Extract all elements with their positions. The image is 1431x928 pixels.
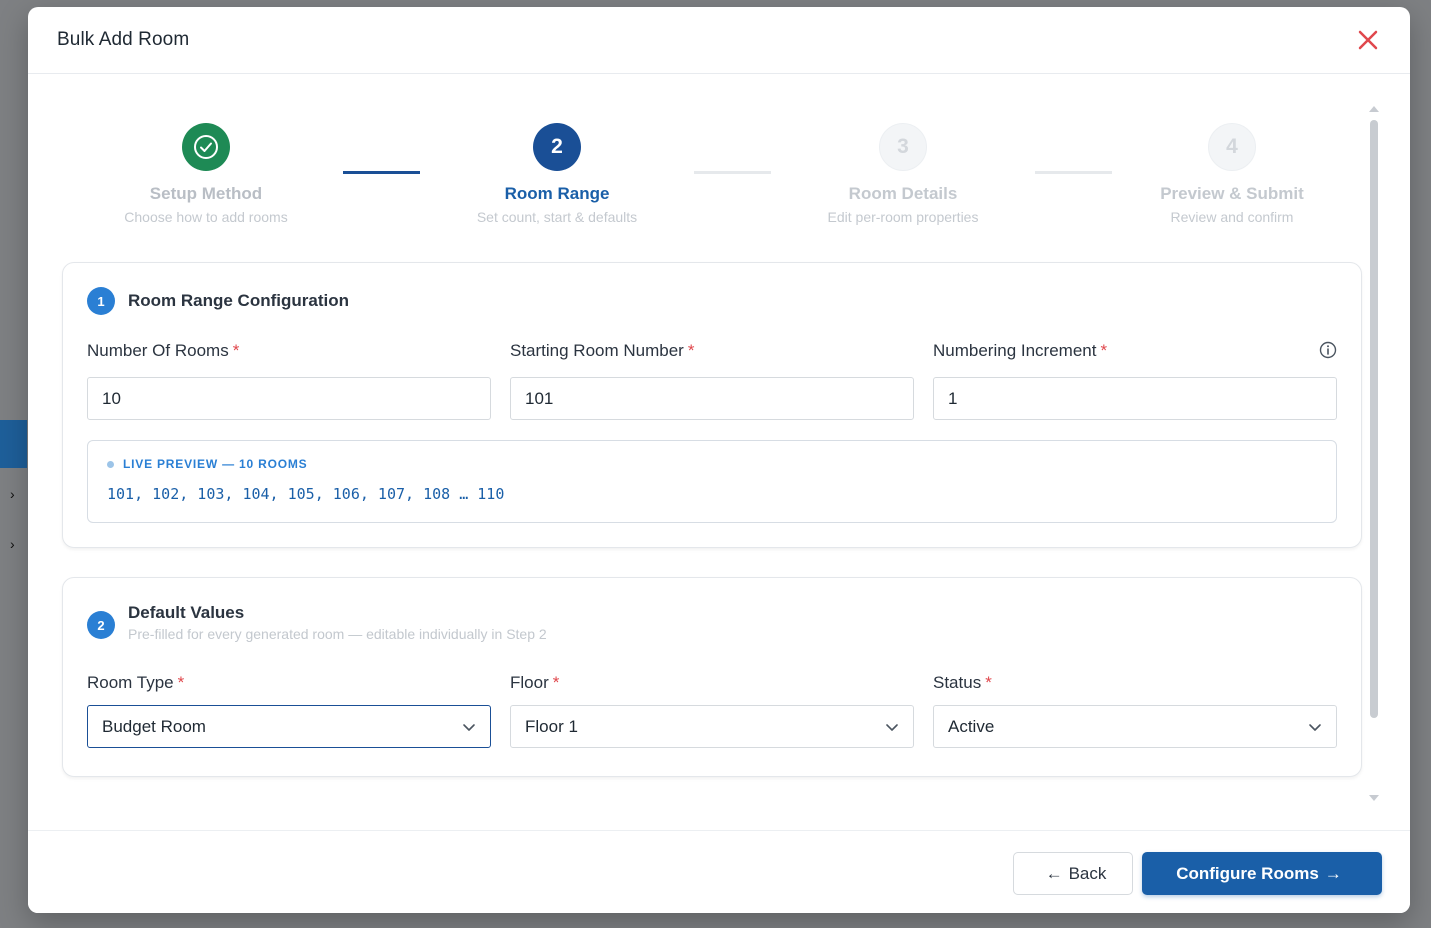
background-sidebar-active-item	[0, 420, 27, 468]
card-header: 1 Room Range Configuration	[87, 287, 349, 315]
numbering-increment-input[interactable]: 1	[933, 377, 1337, 420]
live-preview-label: LIVE PREVIEW — 10 ROOMS	[123, 457, 308, 471]
back-button-label: Back	[1068, 863, 1107, 883]
step-label: Setup Method	[149, 184, 263, 203]
close-icon	[1358, 30, 1378, 50]
live-preview-box: LIVE PREVIEW — 10 ROOMS 101, 102, 103, 1…	[87, 440, 1337, 523]
scroll-down-arrow-icon[interactable]	[1369, 795, 1379, 801]
step-number-circle: 3	[879, 123, 927, 171]
numbering-increment-field: Numbering Increment * 1	[933, 341, 1337, 420]
step-sublabel: Choose how to add rooms	[124, 209, 288, 225]
default-values-card: 2 Default Values Pre-filled for every ge…	[62, 577, 1362, 777]
select-value: Budget Room	[102, 716, 206, 736]
configure-rooms-button[interactable]: Configure Rooms →	[1142, 852, 1382, 895]
starting-room-number-field: Starting Room Number * 101	[510, 341, 914, 420]
starting-room-number-input[interactable]: 101	[510, 377, 914, 420]
step-preview-submit[interactable]: 4 Preview & Submit Review and confirm	[1122, 123, 1342, 225]
live-preview-values: 101, 102, 103, 104, 105, 106, 107, 108 ……	[107, 485, 505, 503]
bulk-add-room-modal: Bulk Add Room Setup Method Choose how to…	[28, 7, 1410, 913]
field-label: Room Type	[87, 673, 174, 692]
number-of-rooms-input[interactable]: 10	[87, 377, 491, 420]
required-marker: *	[985, 673, 992, 692]
live-dot-icon	[107, 460, 114, 468]
status-select[interactable]: Active	[933, 705, 1337, 748]
chevron-right-icon: ›	[10, 536, 15, 552]
step-connector	[343, 171, 420, 174]
required-marker: *	[177, 673, 185, 692]
step-label: Room Range	[504, 184, 610, 203]
card-title: Room Range Configuration	[128, 291, 349, 310]
number-of-rooms-field: Number Of Rooms * 10	[87, 341, 491, 420]
field-label: Number Of Rooms	[87, 341, 229, 360]
modal-scrollbar[interactable]	[1366, 106, 1382, 801]
modal-title: Bulk Add Room	[57, 29, 190, 50]
select-value: Floor 1	[525, 716, 578, 736]
step-room-range[interactable]: 2 Room Range Set count, start & defaults	[447, 123, 667, 225]
step-connector	[1035, 171, 1112, 174]
modal-body: Setup Method Choose how to add rooms 2 R…	[28, 74, 1410, 830]
arrow-left-icon: ←	[1045, 863, 1063, 883]
status-field: Status * Active	[933, 673, 1337, 748]
chevron-down-icon	[463, 723, 475, 731]
step-number-circle: 2	[533, 123, 581, 171]
card-header: 2 Default Values Pre-filled for every ge…	[87, 602, 547, 642]
chevron-down-icon	[1309, 723, 1321, 731]
stepper: Setup Method Choose how to add rooms 2 R…	[28, 123, 1358, 233]
modal-footer: ← Back Configure Rooms →	[28, 830, 1410, 913]
required-marker: *	[687, 341, 695, 360]
required-marker: *	[1100, 341, 1108, 360]
field-label: Starting Room Number	[510, 341, 684, 360]
close-button[interactable]	[1356, 28, 1380, 52]
step-complete-circle	[182, 123, 230, 171]
step-connector	[694, 171, 771, 174]
step-setup-method[interactable]: Setup Method Choose how to add rooms	[96, 123, 316, 225]
field-label: Floor	[510, 673, 549, 692]
chevron-down-icon	[886, 723, 898, 731]
arrow-right-icon: →	[1324, 863, 1342, 883]
room-type-select[interactable]: Budget Room	[87, 705, 491, 748]
scroll-up-arrow-icon[interactable]	[1369, 106, 1379, 112]
section-number-badge: 2	[87, 611, 115, 639]
field-label: Status	[933, 673, 982, 692]
floor-select[interactable]: Floor 1	[510, 705, 914, 748]
floor-field: Floor * Floor 1	[510, 673, 914, 748]
step-number-circle: 4	[1208, 123, 1256, 171]
room-range-card: 1 Room Range Configuration Number Of Roo…	[62, 262, 1362, 548]
step-sublabel: Edit per-room properties	[827, 209, 979, 225]
step-label: Preview & Submit	[1160, 184, 1304, 203]
check-circle-icon	[194, 135, 218, 159]
info-icon[interactable]	[1319, 341, 1337, 359]
select-value: Active	[948, 716, 995, 736]
step-label: Room Details	[848, 184, 958, 203]
modal-header: Bulk Add Room	[28, 7, 1410, 74]
required-marker: *	[552, 673, 560, 692]
back-button[interactable]: ← Back	[1013, 852, 1133, 895]
chevron-right-icon: ›	[10, 486, 15, 502]
section-number-badge: 1	[87, 287, 115, 315]
card-subtitle: Pre-filled for every generated room — ed…	[128, 626, 547, 642]
configure-rooms-label: Configure Rooms	[1176, 863, 1319, 883]
required-marker: *	[232, 341, 240, 360]
step-sublabel: Review and confirm	[1170, 209, 1294, 225]
card-title: Default Values	[128, 603, 245, 622]
room-type-field: Room Type * Budget Room	[87, 673, 491, 748]
field-label: Numbering Increment	[933, 341, 1097, 360]
step-sublabel: Set count, start & defaults	[476, 209, 638, 225]
step-room-details[interactable]: 3 Room Details Edit per-room properties	[793, 123, 1013, 225]
scroll-thumb[interactable]	[1370, 120, 1378, 718]
